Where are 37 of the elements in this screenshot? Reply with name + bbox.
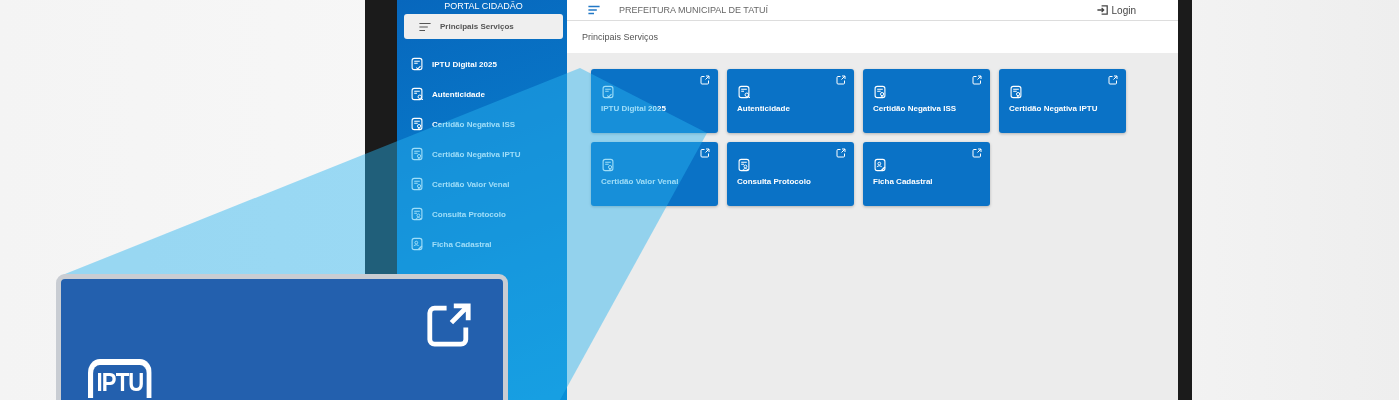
page-title: PREFEITURA MUNICIPAL DE TATUÍ [619,5,770,15]
certificate-icon [410,117,424,131]
service-card[interactable]: Consulta Protocolo [727,142,854,206]
profile-edit-icon [873,158,887,172]
external-link-icon [972,148,982,158]
external-link-icon [836,75,846,85]
service-card[interactable]: Certidão Negativa ISS [863,69,990,133]
login-icon [1095,3,1110,17]
certificate-icon [410,147,424,161]
external-link-icon [700,148,710,158]
certificate-icon [410,177,424,191]
document-search-icon [410,87,424,101]
menu-icon[interactable] [587,3,601,17]
iptu-icon: IPTU [88,359,152,398]
breadcrumb: Principais Serviços [582,32,659,42]
portal-title: PORTAL CIDADÃO [443,0,524,13]
external-link-icon [836,148,846,158]
service-card[interactable]: Ficha Cadastral [863,142,990,206]
service-card[interactable]: Certidão Negativa IPTU [999,69,1126,133]
sidebar-item[interactable]: Principais Serviços [404,14,563,39]
sidebar-item[interactable]: Autenticidade [404,79,563,109]
document-search-icon [737,85,751,99]
external-link-icon [972,75,982,85]
service-card[interactable]: Autenticidade [727,69,854,133]
document-person-icon [410,207,424,221]
external-link-icon [1108,75,1118,85]
external-link-icon [425,301,473,349]
certificate-icon [873,85,887,99]
sidebar-item[interactable]: IPTU Digital 2025 [404,49,563,79]
profile-edit-icon [410,237,424,251]
external-link-icon [700,75,710,85]
document-check-icon [601,85,615,99]
document-person-icon [737,158,751,172]
certificate-icon [1009,85,1023,99]
certificate-icon [601,158,615,172]
document-check-icon [410,57,424,71]
login-button[interactable]: Login [1089,2,1142,18]
